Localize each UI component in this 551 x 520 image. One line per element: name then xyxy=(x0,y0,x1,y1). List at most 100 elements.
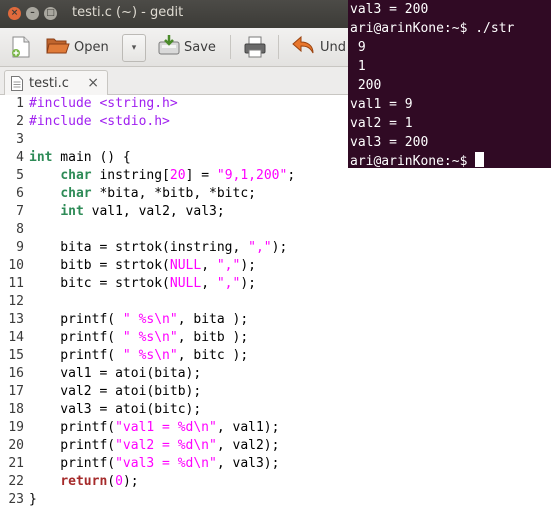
open-button[interactable]: Open xyxy=(46,28,109,66)
code-line: printf( " %s\n", bita ); xyxy=(29,311,295,329)
code-token: #include <string.h> xyxy=(29,96,178,111)
code-token: ); xyxy=(240,258,256,273)
code-line: } xyxy=(29,491,295,509)
code-token: "9,1,200" xyxy=(216,168,288,183)
code-token: val3 = atoi(bitc); xyxy=(29,402,202,417)
code-token: "," xyxy=(216,258,241,273)
code-line: printf( " %s\n", bitb ); xyxy=(29,329,295,347)
code-token: instring[ xyxy=(91,168,170,183)
code-line: val2 = atoi(bitb); xyxy=(29,383,295,401)
code-line: printf( " %s\n", bitc ); xyxy=(29,347,295,365)
close-tab-icon[interactable]: × xyxy=(87,75,99,91)
line-number: 13 xyxy=(8,312,24,327)
code-token: printf( xyxy=(29,348,123,363)
line-number: 6 xyxy=(16,186,24,201)
code-token: , xyxy=(201,276,217,291)
terminal-line: 1 xyxy=(350,59,366,74)
code-token: val2 = atoi(bitb); xyxy=(29,384,202,399)
text-cursor xyxy=(475,152,485,167)
undo-label: Und xyxy=(320,39,347,55)
code-token: , val1); xyxy=(216,420,280,435)
code-line: bitc = strtok(NULL, ","); xyxy=(29,275,295,293)
code-token: int xyxy=(60,204,84,219)
line-number: 16 xyxy=(8,366,24,381)
terminal-line: 9 xyxy=(350,40,366,55)
code-token: int xyxy=(29,150,53,165)
code-token: "," xyxy=(248,240,272,255)
code-line: printf("val2 = %d\n", val2); xyxy=(29,437,295,455)
terminal-prompt: ari@arinKone:~$ xyxy=(350,154,476,168)
save-button[interactable]: Save xyxy=(158,28,216,66)
terminal-output: val3 = 200 ari@arinKone:~$ ./str 9 1 200 v… xyxy=(348,0,551,152)
toolbar-separator xyxy=(278,35,279,59)
code-token: "val3 = %d\n" xyxy=(115,456,217,471)
terminal-line: val1 = 9 xyxy=(350,97,413,112)
code-line: int main () { xyxy=(29,149,295,167)
line-number: 5 xyxy=(16,168,24,183)
code-area[interactable]: #include <string.h> #include <stdio.h> int… xyxy=(29,95,295,509)
line-number: 19 xyxy=(8,420,24,435)
line-number: 2 xyxy=(16,114,24,129)
undo-button[interactable]: Und xyxy=(292,28,346,66)
line-number: 20 xyxy=(8,438,24,453)
close-icon[interactable]: × xyxy=(8,7,21,20)
code-token: " %s\n" xyxy=(122,348,178,363)
line-number: 21 xyxy=(8,456,24,471)
code-token: 0 xyxy=(115,474,123,489)
dropdown-arrow-icon[interactable]: ▾ xyxy=(122,34,146,62)
terminal-line: val2 = 1 xyxy=(350,116,413,131)
code-token: ); xyxy=(122,474,139,489)
save-label: Save xyxy=(184,39,216,55)
code-line: printf("val1 = %d\n", val1); xyxy=(29,419,295,437)
code-token: ); xyxy=(240,276,256,291)
code-line: val1 = atoi(bita); xyxy=(29,365,295,383)
code-token: printf( xyxy=(29,456,116,471)
code-token: bitc = strtok( xyxy=(29,276,170,291)
line-number: 15 xyxy=(8,348,24,363)
line-number: 11 xyxy=(8,276,24,291)
line-number: 8 xyxy=(16,222,24,237)
code-line: printf("val3 = %d\n", val3); xyxy=(29,455,295,473)
code-token: *bita, *bitb, *bitc; xyxy=(91,186,256,201)
tab-label: testi.c xyxy=(29,75,69,91)
code-token: printf( xyxy=(29,312,123,327)
code-line: int val1, val2, val3; xyxy=(29,203,295,221)
terminal-line: val3 = 200 xyxy=(350,135,429,150)
code-token: val1 = atoi(bita); xyxy=(29,366,202,381)
code-token: NULL xyxy=(169,258,202,273)
code-line: #include <string.h> xyxy=(29,95,295,113)
code-token: , val3); xyxy=(216,456,280,471)
code-token: } xyxy=(29,492,37,507)
terminal-line: val3 = 200 xyxy=(350,2,429,17)
print-icon[interactable] xyxy=(244,36,266,62)
minimize-icon[interactable]: – xyxy=(26,7,39,20)
code-token: main () { xyxy=(52,150,131,165)
save-icon xyxy=(158,34,180,60)
tab-testi-c[interactable]: testi.c × xyxy=(4,70,108,95)
terminal-window[interactable]: val3 = 200 ari@arinKone:~$ ./str 9 1 200 v… xyxy=(348,0,551,168)
line-number: 9 xyxy=(16,240,24,255)
terminal-prompt-line[interactable]: ari@arinKone:~$ xyxy=(348,152,551,168)
line-number: 10 xyxy=(8,258,24,273)
maximize-icon[interactable]: □ xyxy=(44,7,57,20)
open-folder-icon xyxy=(46,34,70,60)
code-line: bitb = strtok(NULL, ","); xyxy=(29,257,295,275)
line-number: 22 xyxy=(8,474,24,489)
code-token: printf( xyxy=(29,438,116,453)
code-token: char xyxy=(60,168,92,183)
code-token: char xyxy=(60,186,92,201)
undo-icon xyxy=(292,34,316,60)
code-token: bitb = strtok( xyxy=(29,258,170,273)
code-token: bita = strtok(instring, xyxy=(29,240,249,255)
line-number: 12 xyxy=(8,294,24,309)
new-document-icon[interactable] xyxy=(12,36,30,58)
code-line: #include <stdio.h> xyxy=(29,113,295,131)
code-token: 20 xyxy=(169,168,186,183)
code-token: , xyxy=(201,258,217,273)
code-token: ; xyxy=(287,168,296,183)
line-number: 1 xyxy=(16,96,24,111)
